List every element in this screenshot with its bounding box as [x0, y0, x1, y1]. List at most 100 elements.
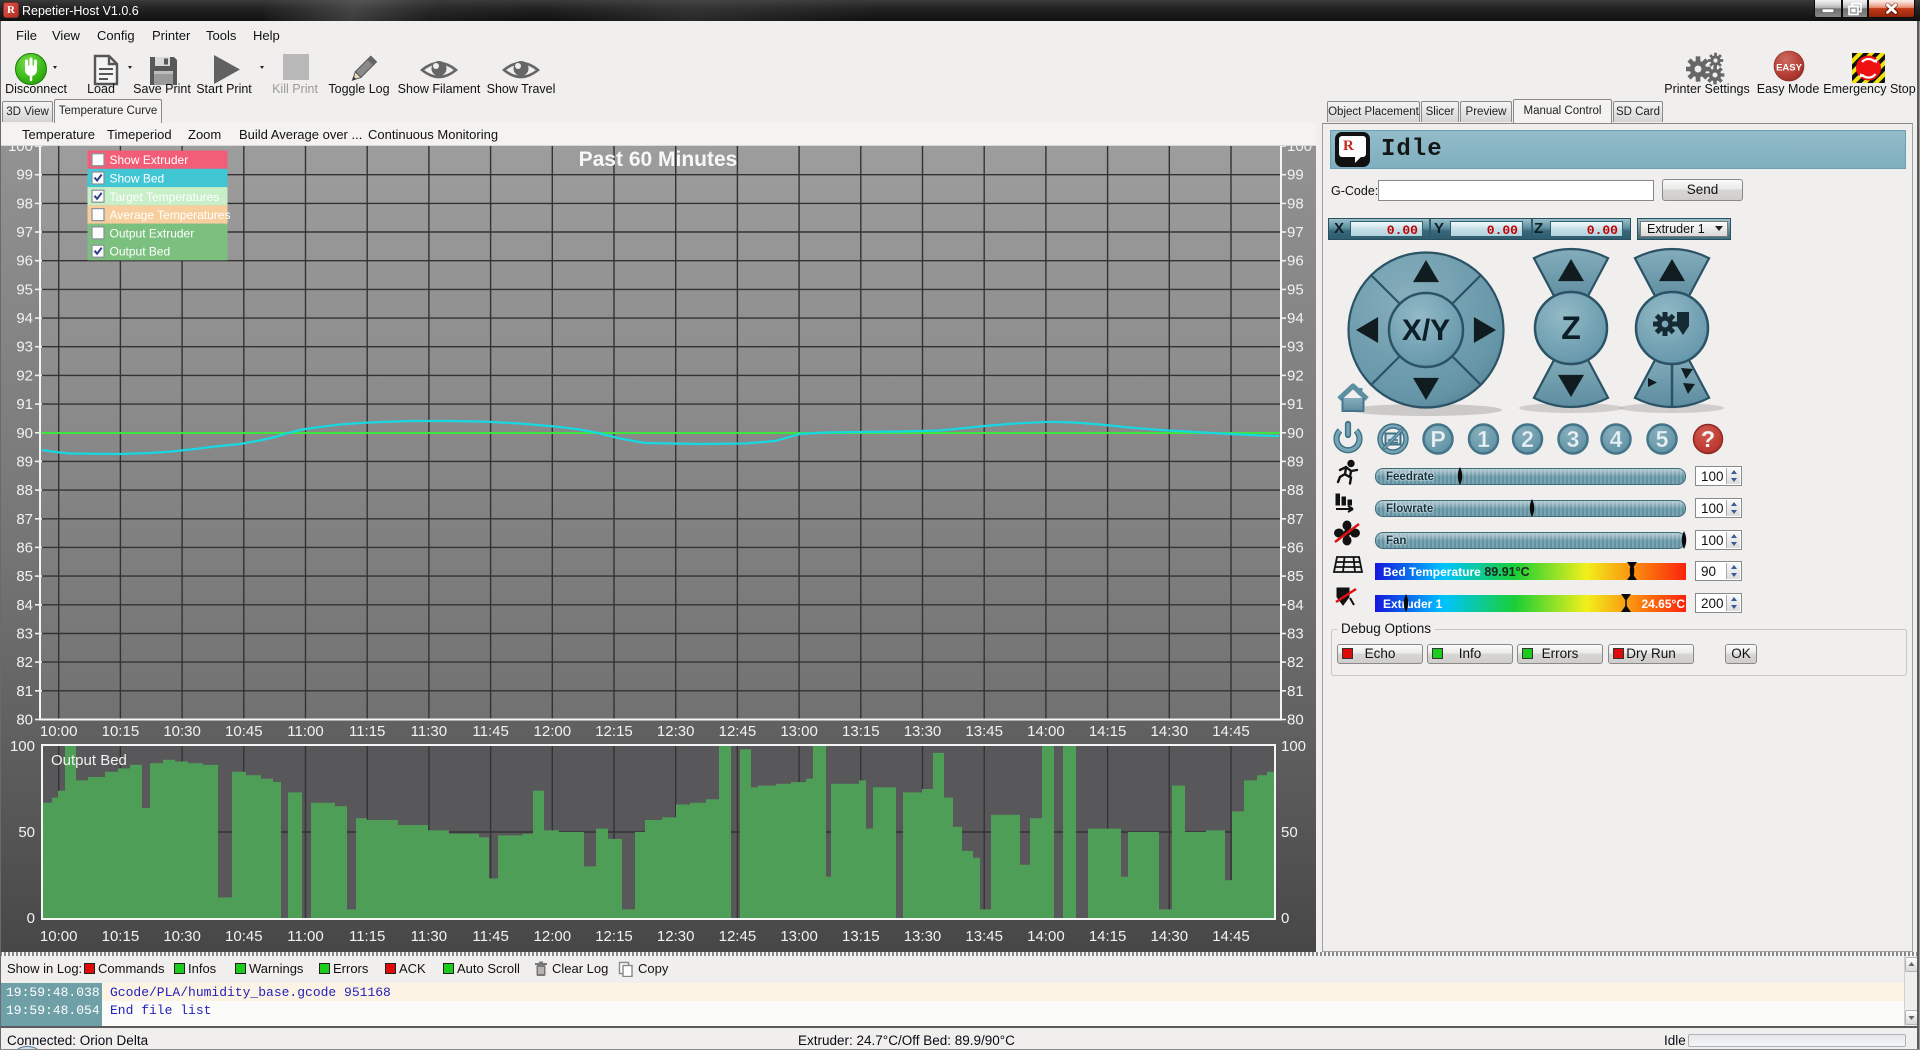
svg-text:12:30: 12:30 — [657, 928, 695, 945]
svg-text:14:30: 14:30 — [1151, 928, 1189, 945]
svg-text:0: 0 — [27, 910, 35, 927]
svg-text:93: 93 — [1287, 339, 1304, 356]
svg-text:1: 1 — [1477, 426, 1490, 452]
svg-text:2: 2 — [1521, 426, 1534, 452]
svg-text:11:15: 11:15 — [349, 723, 385, 740]
svg-text:80: 80 — [1287, 712, 1304, 729]
svg-text:10:45: 10:45 — [225, 723, 263, 740]
svg-text:12:45: 12:45 — [719, 928, 757, 945]
svg-text:3: 3 — [1567, 426, 1580, 452]
svg-text:87: 87 — [16, 511, 33, 528]
svg-text:11:30: 11:30 — [411, 723, 447, 740]
svg-text:14:45: 14:45 — [1212, 723, 1250, 740]
svg-text:88: 88 — [16, 482, 33, 499]
svg-text:99: 99 — [16, 167, 33, 184]
svg-text:97: 97 — [1287, 224, 1304, 241]
svg-text:EASY: EASY — [1776, 63, 1803, 74]
svg-text:86: 86 — [1287, 539, 1304, 556]
svg-text:90: 90 — [1287, 425, 1304, 442]
svg-text:100: 100 — [1287, 146, 1312, 155]
svg-text:98: 98 — [16, 195, 33, 212]
svg-text:96: 96 — [1287, 253, 1304, 270]
svg-text:98: 98 — [1287, 195, 1304, 212]
svg-text:12:00: 12:00 — [534, 723, 572, 740]
svg-text:Output Bed: Output Bed — [110, 245, 171, 259]
svg-text:89: 89 — [16, 453, 33, 470]
svg-text:Target Temperatures: Target Temperatures — [110, 190, 220, 204]
svg-text:89: 89 — [1287, 453, 1304, 470]
svg-text:13:15: 13:15 — [842, 928, 880, 945]
svg-text:12:15: 12:15 — [595, 723, 633, 740]
svg-text:12:30: 12:30 — [657, 723, 695, 740]
svg-text:10:45: 10:45 — [225, 928, 263, 945]
svg-text:50: 50 — [1281, 824, 1298, 841]
svg-text:Show Extruder: Show Extruder — [110, 153, 189, 167]
svg-text:X/Y: X/Y — [1402, 314, 1450, 347]
svg-text:10:15: 10:15 — [102, 928, 140, 945]
svg-text:50: 50 — [18, 824, 35, 841]
svg-text:5: 5 — [1656, 426, 1669, 452]
svg-text:12:00: 12:00 — [534, 928, 572, 945]
svg-text:99: 99 — [1287, 167, 1304, 184]
svg-text:84: 84 — [16, 597, 33, 614]
svg-text:13:00: 13:00 — [780, 928, 818, 945]
svg-text:95: 95 — [1287, 281, 1304, 298]
svg-text:10:30: 10:30 — [163, 928, 201, 945]
svg-text:82: 82 — [16, 654, 33, 671]
svg-text:85: 85 — [1287, 568, 1304, 585]
svg-text:92: 92 — [16, 367, 33, 384]
svg-text:P: P — [1430, 426, 1445, 452]
svg-text:10:30: 10:30 — [163, 723, 201, 740]
svg-text:13:15: 13:15 — [842, 723, 880, 740]
svg-text:13:30: 13:30 — [904, 928, 942, 945]
svg-text:100: 100 — [8, 146, 33, 155]
svg-text:14:15: 14:15 — [1089, 928, 1127, 945]
svg-text:14:15: 14:15 — [1089, 723, 1127, 740]
svg-text:97: 97 — [16, 224, 33, 241]
svg-text:92: 92 — [1287, 367, 1304, 384]
svg-text:11:45: 11:45 — [472, 928, 508, 945]
svg-text:93: 93 — [16, 339, 33, 356]
svg-text:Output Extruder: Output Extruder — [110, 226, 195, 240]
svg-text:11:00: 11:00 — [287, 723, 323, 740]
svg-text:90: 90 — [16, 425, 33, 442]
svg-text:80: 80 — [16, 712, 33, 729]
svg-text:?: ? — [1701, 426, 1715, 452]
svg-text:100: 100 — [10, 738, 35, 755]
svg-text:Show Bed: Show Bed — [110, 172, 165, 186]
svg-text:14:00: 14:00 — [1027, 723, 1065, 740]
svg-text:Output Bed: Output Bed — [51, 752, 127, 769]
svg-text:13:00: 13:00 — [780, 723, 818, 740]
svg-text:13:45: 13:45 — [965, 928, 1003, 945]
svg-text:84: 84 — [1287, 597, 1304, 614]
svg-text:10:00: 10:00 — [40, 928, 78, 945]
svg-text:13:30: 13:30 — [904, 723, 942, 740]
svg-text:11:15: 11:15 — [349, 928, 385, 945]
svg-text:91: 91 — [1287, 396, 1304, 413]
svg-text:94: 94 — [16, 310, 33, 327]
svg-text:81: 81 — [16, 683, 33, 700]
svg-text:83: 83 — [1287, 626, 1304, 643]
svg-text:88: 88 — [1287, 482, 1304, 499]
svg-text:83: 83 — [16, 626, 33, 643]
svg-text:12:15: 12:15 — [595, 928, 633, 945]
svg-text:14:30: 14:30 — [1151, 723, 1189, 740]
svg-text:94: 94 — [1287, 310, 1304, 327]
svg-text:10:15: 10:15 — [102, 723, 140, 740]
svg-text:11:00: 11:00 — [287, 928, 323, 945]
svg-text:95: 95 — [16, 281, 33, 298]
svg-text:81: 81 — [1287, 683, 1304, 700]
svg-text:11:45: 11:45 — [472, 723, 508, 740]
svg-text:10:00: 10:00 — [40, 723, 78, 740]
svg-text:11:30: 11:30 — [411, 928, 447, 945]
svg-text:Past 60 Minutes: Past 60 Minutes — [579, 148, 738, 171]
svg-text:Z: Z — [1561, 310, 1581, 346]
svg-text:86: 86 — [16, 539, 33, 556]
svg-text:91: 91 — [16, 396, 33, 413]
svg-text:Average Temperatures: Average Temperatures — [110, 208, 231, 222]
svg-text:100: 100 — [1281, 738, 1306, 755]
svg-text:12:45: 12:45 — [719, 723, 757, 740]
svg-text:87: 87 — [1287, 511, 1304, 528]
svg-text:96: 96 — [16, 253, 33, 270]
svg-text:82: 82 — [1287, 654, 1304, 671]
